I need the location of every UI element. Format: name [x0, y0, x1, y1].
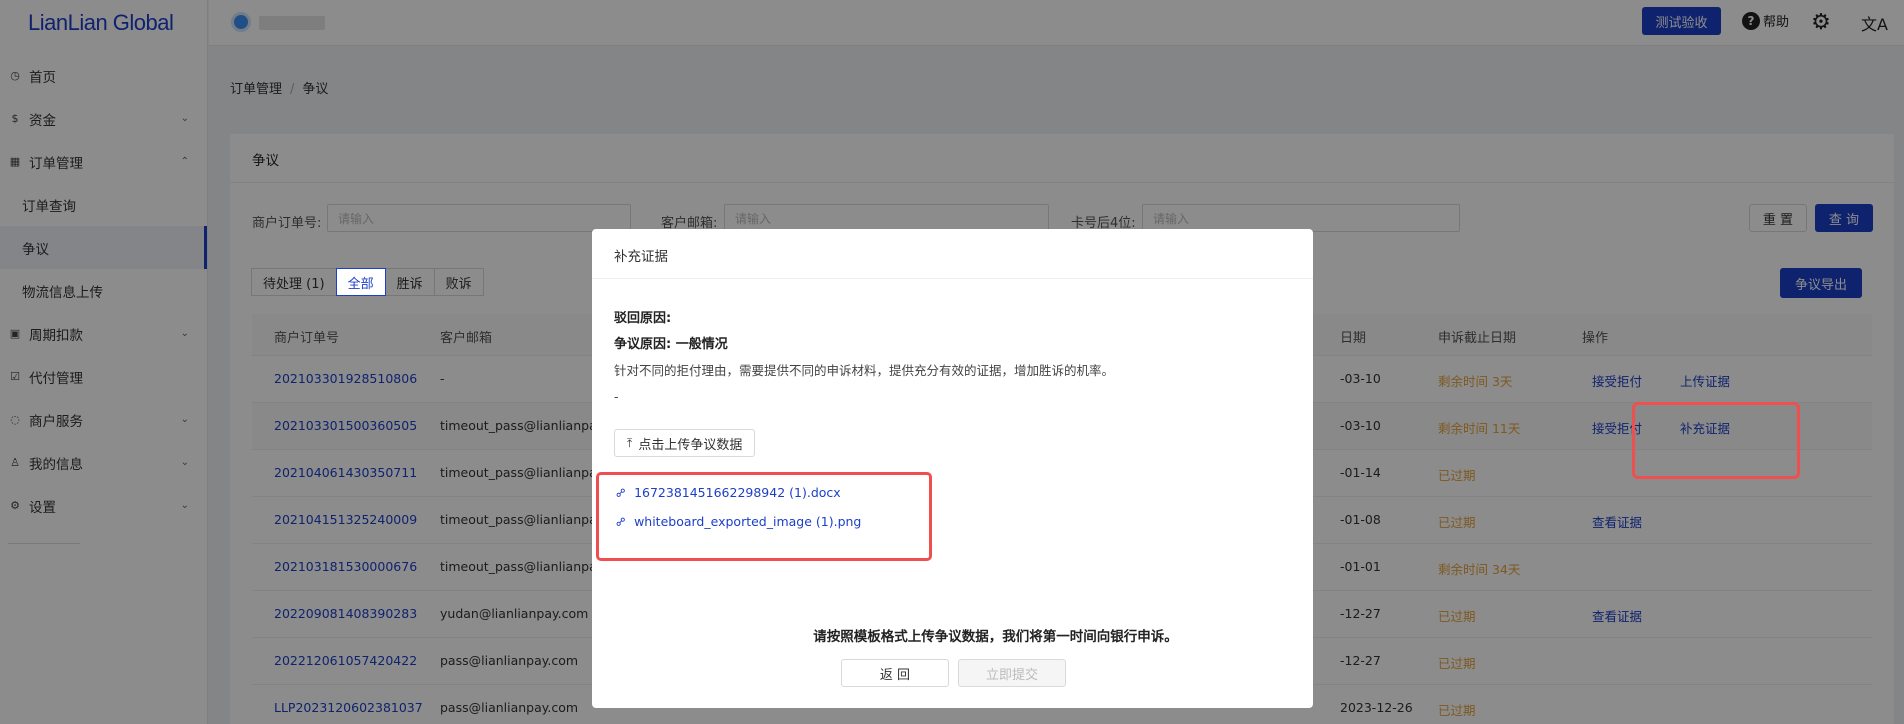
dialog-title: 补充证据 — [614, 249, 668, 265]
divider — [592, 278, 1313, 279]
reject-reason-value: - — [614, 389, 619, 404]
highlight-box — [596, 472, 932, 561]
upload-dispute-data-button[interactable]: ⤒ 点击上传争议数据 — [614, 429, 756, 457]
tab-all[interactable]: 全部 — [335, 268, 386, 296]
upload-note: 请按照模板格式上传争议数据，我们将第一时间向银行申诉。 — [813, 629, 1178, 645]
reject-reason-label: 驳回原因: — [614, 311, 672, 326]
dispute-reason-label: 争议原因: 一般情况 — [614, 337, 728, 352]
highlight-box — [1632, 402, 1800, 479]
submit-button[interactable]: 立即提交 — [958, 659, 1066, 687]
supplement-evidence-dialog: 补充证据 驳回原因: 争议原因: 一般情况 针对不同的拒付理由，需要提供不同的申… — [592, 229, 1313, 708]
evidence-tip: 针对不同的拒付理由，需要提供不同的申诉材料，提供充分有效的证据，增加胜诉的机率。 — [614, 363, 1115, 378]
upload-button-label: 点击上传争议数据 — [638, 437, 743, 453]
upload-icon: ⤒ — [627, 435, 633, 450]
back-button[interactable]: 返 回 — [841, 659, 949, 687]
